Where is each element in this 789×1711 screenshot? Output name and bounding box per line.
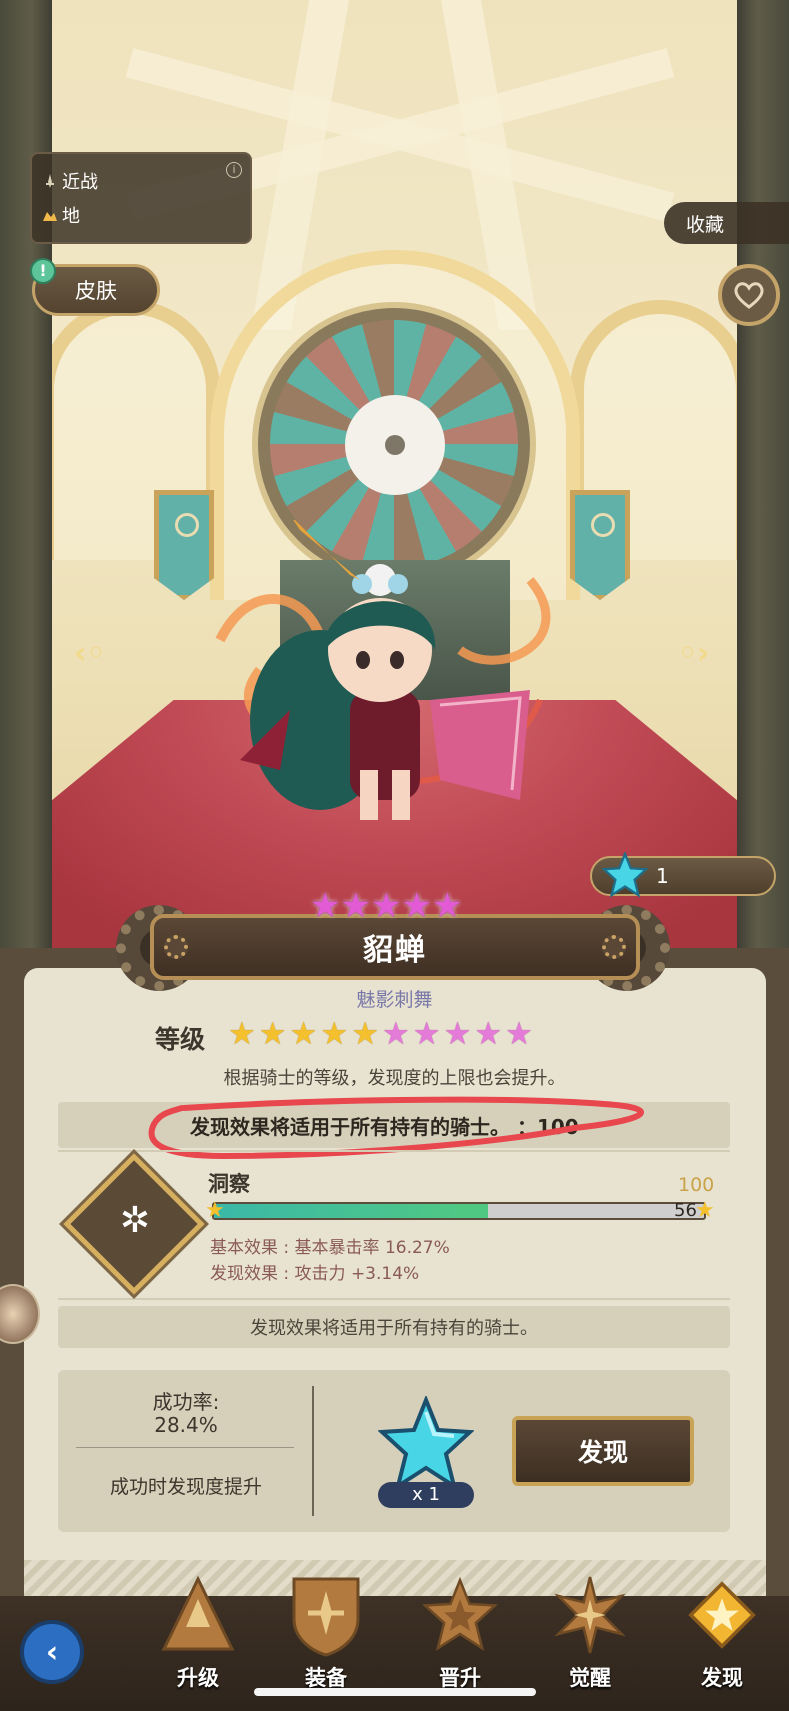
collect-button-label: 收藏 — [686, 213, 725, 236]
home-indicator — [254, 1688, 536, 1696]
tab-equipment[interactable]: 装备 — [276, 1570, 376, 1690]
star-rank-icon — [422, 1570, 498, 1660]
tab-level-up[interactable]: 升级 — [148, 1570, 248, 1690]
pink-star-icon: ★ — [505, 1016, 533, 1052]
stat-name: 洞察 — [208, 1172, 250, 1196]
rank-star-icon: ★ — [401, 886, 432, 926]
discover-button[interactable]: 发现 — [512, 1416, 694, 1486]
character-scene — [0, 0, 789, 960]
discovery-progress-bar — [212, 1202, 706, 1220]
success-rate-description: 成功时发现度提升 — [109, 1476, 262, 1498]
level-label: 等级 — [155, 1025, 206, 1054]
favorite-heart-button[interactable] — [718, 264, 780, 326]
terrain-label: 地 — [62, 206, 80, 227]
pink-star-icon: ★ — [443, 1016, 472, 1052]
basic-effect: 基本效果 : 基本暴击率 16.27% — [210, 1238, 450, 1258]
divider — [76, 1447, 294, 1448]
star-stone-count: 1 — [656, 864, 669, 888]
hero-name: 貂蝉 — [363, 933, 427, 968]
blue-star-icon — [602, 852, 648, 898]
awaken-icon — [552, 1570, 628, 1660]
rank-star-icon: ★ — [340, 886, 371, 926]
pink-star-icon: ★ — [474, 1016, 503, 1052]
discover-button-label: 发现 — [577, 1438, 628, 1467]
plate-gear-icon — [164, 935, 188, 959]
level-description: 根据骑士的等级，发现度的上限也会提升。 — [223, 1068, 566, 1089]
tab-awaken[interactable]: 觉醒 — [540, 1570, 640, 1690]
insight-icon: ✲ — [119, 1200, 151, 1241]
left-pillar — [0, 0, 52, 960]
gold-star-icon: ★ — [228, 1016, 256, 1052]
tab-label: 觉醒 — [569, 1666, 611, 1690]
level-up-icon — [160, 1570, 236, 1660]
prev-hero-arrow-icon[interactable]: ‹◦ — [74, 636, 106, 671]
notification-icon: ! — [30, 258, 56, 284]
right-pillar — [737, 0, 789, 960]
pink-star-icon: ★ — [381, 1016, 410, 1052]
star-icon: ★ — [205, 1198, 225, 1223]
stat-current: 56 — [674, 1200, 697, 1221]
cost-count: x 1 — [378, 1482, 474, 1508]
hero-title: 魅影刺舞 — [356, 989, 433, 1011]
skin-button-label: 皮肤 — [75, 279, 117, 303]
rank-star-icon: ★ — [370, 886, 402, 926]
star-icon: ★ — [695, 1198, 715, 1223]
discovery-progress-fill — [214, 1204, 489, 1218]
next-hero-arrow-icon[interactable]: ◦› — [678, 636, 710, 671]
discover-icon — [684, 1570, 760, 1660]
tab-discover[interactable]: 发现 — [672, 1570, 772, 1690]
gear-emblem — [345, 395, 445, 495]
shield-icon — [288, 1570, 364, 1660]
success-rate-label: 成功率: — [152, 1390, 220, 1414]
discovery-effect: 发现效果 : 攻击力 +3.14% — [210, 1264, 420, 1284]
tab-promotion[interactable]: 晋升 — [410, 1570, 510, 1690]
discovery-note: 发现效果将适用于所有持有的骑士。 — [58, 1306, 730, 1348]
tab-label: 升级 — [177, 1666, 219, 1690]
heart-icon — [734, 282, 764, 309]
gold-star-icon: ★ — [289, 1016, 318, 1052]
divider — [312, 1386, 314, 1516]
blue-star-cost-icon — [378, 1396, 474, 1491]
hero-sprite[interactable] — [200, 520, 580, 850]
plate-gear-icon — [602, 935, 626, 959]
ground-icon — [42, 207, 58, 223]
rank-star-icon: ★ — [431, 886, 463, 926]
gold-star-icon: ★ — [320, 1016, 349, 1052]
gold-star-icon: ★ — [258, 1016, 287, 1052]
rank-stars: ★ ★ ★ ★ ★ — [310, 886, 462, 926]
back-button[interactable]: ‹ — [20, 1620, 84, 1684]
discovery-note-text: 发现效果将适用于所有持有的骑士。 — [250, 1318, 538, 1339]
rank-star-icon: ★ — [310, 886, 341, 926]
stat-max: 100 — [678, 1174, 715, 1196]
hero-type-box: i 近战 地 — [30, 152, 252, 244]
attack-type-label: 近战 — [62, 172, 98, 193]
chevron-left-icon: ‹ — [45, 1634, 59, 1670]
level-stars: ★ ★ ★ ★ ★ ★ ★ ★ ★ ★ — [228, 1016, 533, 1052]
collect-button[interactable]: 收藏 — [664, 202, 789, 244]
info-icon[interactable]: i — [226, 162, 242, 178]
gold-star-icon: ★ — [351, 1016, 379, 1052]
melee-icon — [42, 173, 58, 189]
success-rate-value: 28.4% — [154, 1413, 218, 1437]
pink-star-icon: ★ — [412, 1016, 441, 1052]
tab-label: 发现 — [701, 1666, 743, 1690]
